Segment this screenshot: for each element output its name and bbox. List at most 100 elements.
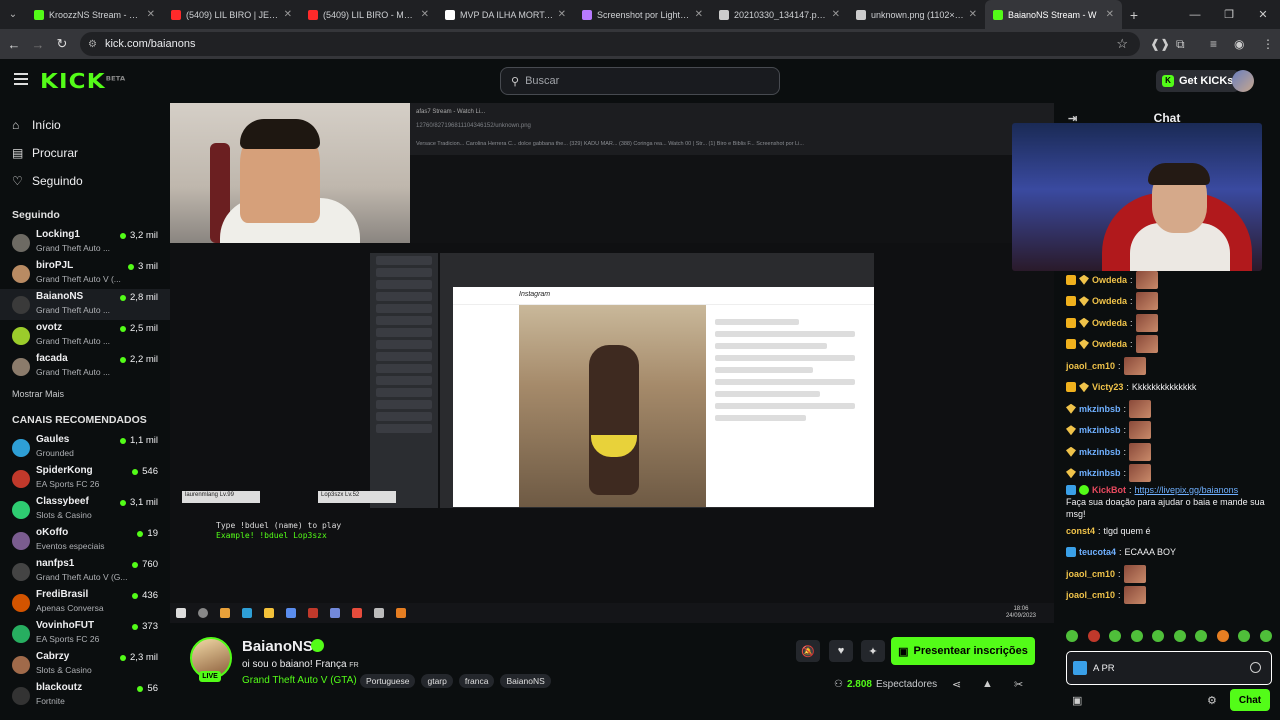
browser-tab[interactable]: Screenshot por Lightshot ✕: [574, 0, 711, 29]
chat-username[interactable]: teucota4: [1079, 546, 1116, 558]
streamer-name[interactable]: BaianoNS: [242, 638, 313, 655]
sidebar-channel[interactable]: VovinhoFUT EA Sports FC 26 373: [0, 618, 170, 649]
emoji-icon[interactable]: [1250, 662, 1261, 673]
sidebar-channel[interactable]: facada Grand Theft Auto ... 2,2 mil: [0, 351, 170, 382]
browser-tab[interactable]: 20210330_134147.png (6 ✕: [711, 0, 848, 29]
close-tab-icon[interactable]: ✕: [1106, 9, 1114, 20]
follow-heart-icon[interactable]: ♥: [829, 640, 853, 662]
stream-tag[interactable]: BaianoNS: [500, 674, 551, 688]
search-input[interactable]: ⚲ Buscar: [500, 67, 780, 95]
chat-username[interactable]: Owdeda: [1092, 338, 1127, 350]
close-tab-icon[interactable]: ✕: [969, 9, 977, 20]
sidebar-channel[interactable]: ovotz Grand Theft Auto ... 2,5 mil: [0, 320, 170, 351]
sidebar-channel[interactable]: blackoutz Fortnite 56: [0, 680, 170, 711]
sidebar-channel[interactable]: Gaules Grounded 1,1 mil: [0, 432, 170, 463]
kick-logo[interactable]: KICKBETA: [40, 69, 125, 93]
address-bar[interactable]: ⚙ kick.com/baianons ☆: [80, 32, 1140, 56]
reload-icon[interactable]: ↻: [50, 29, 74, 59]
minimize-icon[interactable]: —: [1178, 0, 1212, 29]
forward-icon[interactable]: →: [26, 29, 50, 59]
collapse-chat-icon[interactable]: ⇥: [1068, 112, 1077, 125]
chat-username[interactable]: Owdeda: [1092, 295, 1127, 307]
stream-tag[interactable]: Portuguese: [360, 674, 416, 688]
new-tab-button[interactable]: +: [1122, 7, 1146, 23]
sidebar-channel[interactable]: FrediBrasil Apenas Conversa 436: [0, 587, 170, 618]
emote-icon[interactable]: [1152, 630, 1165, 642]
chat-username[interactable]: Owdeda: [1092, 274, 1127, 286]
notifications-off-icon[interactable]: 🔕: [796, 640, 820, 662]
user-avatar[interactable]: [1232, 70, 1254, 92]
sidebar-nav-item[interactable]: ♡ Seguindo: [0, 167, 170, 195]
browser-tab[interactable]: MVP DA ILHA MORTAL!!! ✕: [437, 0, 574, 29]
gift-subs-button[interactable]: ▣ Presentear inscrições: [891, 637, 1035, 665]
clip-icon[interactable]: ✂: [1014, 678, 1023, 691]
stream-tag[interactable]: franca: [458, 674, 495, 688]
sidebar-channel[interactable]: oKoffo Eventos especiais 19: [0, 525, 170, 556]
close-tab-icon[interactable]: ✕: [832, 9, 840, 20]
sidebar-channel[interactable]: biroPJL Grand Theft Auto V (... 3 mil: [0, 258, 170, 289]
back-icon[interactable]: ←: [2, 29, 26, 59]
close-tab-icon[interactable]: ✕: [421, 9, 429, 20]
stream-category[interactable]: Grand Theft Auto V (GTA): [242, 675, 357, 686]
sparkle-icon[interactable]: ✦: [861, 640, 885, 662]
sidebar-channel[interactable]: SpiderKong EA Sports FC 26 546: [0, 463, 170, 494]
emote-icon[interactable]: [1066, 630, 1078, 642]
get-kicks-button[interactable]: K Get KICKs: [1156, 70, 1240, 92]
report-icon[interactable]: ▲: [982, 678, 993, 690]
close-tab-icon[interactable]: ✕: [284, 9, 292, 20]
browser-tab[interactable]: (5409) LIL BIRO - MONSTR ✕: [300, 0, 437, 29]
browser-menu-icon[interactable]: ⋮: [1262, 29, 1274, 59]
chat-username[interactable]: mkzinbsb: [1079, 403, 1121, 415]
site-info-icon[interactable]: ⚙: [88, 39, 97, 50]
sidebar-nav-item[interactable]: ⌂ Início: [0, 111, 170, 139]
close-tab-icon[interactable]: ✕: [695, 9, 703, 20]
sidebar-channel[interactable]: Locking1 Grand Theft Auto ... 3,2 mil: [0, 227, 170, 258]
emote-icon[interactable]: [1238, 630, 1251, 642]
send-chat-button[interactable]: Chat: [1230, 689, 1270, 711]
maximize-icon[interactable]: ❐: [1212, 0, 1246, 29]
chat-link[interactable]: https://livepix.gg/baianons: [1135, 484, 1239, 496]
tab-search-icon[interactable]: ⌄: [0, 0, 26, 29]
share-icon[interactable]: ⋖: [952, 678, 961, 691]
chat-username[interactable]: joaol_cm10: [1066, 589, 1115, 601]
emote-icon[interactable]: [1130, 630, 1143, 642]
sidebar-nav-item[interactable]: ▤ Procurar: [0, 139, 170, 167]
sidebar-channel[interactable]: BaianoNS Grand Theft Auto ... 2,8 mil: [0, 289, 170, 320]
video-player[interactable]: afas7 Stream - Watch Li... 12760/8271968…: [170, 103, 1054, 623]
browser-tab[interactable]: KroozzNS Stream - Watch ✕: [26, 0, 163, 29]
media-icon[interactable]: ≡: [1210, 29, 1217, 59]
emote-icon[interactable]: [1195, 630, 1208, 642]
browser-tab[interactable]: (5409) LIL BIRO | JEFFAO SI ✕: [163, 0, 300, 29]
emote-icon[interactable]: [1173, 630, 1186, 642]
chat-input[interactable]: A PR: [1066, 651, 1272, 685]
extension-icon[interactable]: ❰❱: [1150, 29, 1170, 59]
sidebar-channel[interactable]: Cabrzy Slots & Casino 2,3 mil: [0, 649, 170, 680]
emote-icon[interactable]: [1259, 630, 1272, 642]
emote-icon[interactable]: [1216, 630, 1229, 642]
profile-icon[interactable]: ◉: [1234, 29, 1244, 59]
chat-username[interactable]: Owdeda: [1092, 317, 1127, 329]
sidebar-channel[interactable]: nanfps1 Grand Theft Auto V (G... 760: [0, 556, 170, 587]
chat-username[interactable]: const4: [1066, 525, 1095, 537]
chat-username[interactable]: Victy23: [1092, 381, 1123, 393]
chat-username[interactable]: joaol_cm10: [1066, 568, 1115, 580]
chat-username[interactable]: joaol_cm10: [1066, 360, 1115, 372]
settings-gear-icon[interactable]: ⚙: [1207, 694, 1217, 707]
close-window-icon[interactable]: ✕: [1246, 0, 1280, 29]
close-tab-icon[interactable]: ✕: [558, 9, 566, 20]
hamburger-menu-icon[interactable]: [14, 73, 28, 85]
chat-username[interactable]: mkzinbsb: [1079, 446, 1121, 458]
chat-username[interactable]: mkzinbsb: [1079, 424, 1121, 436]
sidebar-channel[interactable]: Classybeef Slots & Casino 3,1 mil: [0, 494, 170, 525]
show-more-link[interactable]: Mostrar Mais: [0, 384, 170, 404]
gift-icon[interactable]: ▣: [1072, 694, 1082, 707]
browser-tab[interactable]: unknown.png (1102×531) ✕: [848, 0, 985, 29]
bookmark-star-icon[interactable]: ☆: [1116, 36, 1128, 52]
chat-username[interactable]: KickBot: [1092, 484, 1126, 496]
stream-tag[interactable]: gtarp: [421, 674, 453, 688]
emote-icon[interactable]: [1087, 630, 1100, 642]
emote-icon[interactable]: [1109, 630, 1122, 642]
chat-username[interactable]: mkzinbsb: [1079, 467, 1121, 479]
close-tab-icon[interactable]: ✕: [147, 9, 155, 20]
browser-tab[interactable]: BaianoNS Stream - W ✕: [985, 0, 1122, 29]
